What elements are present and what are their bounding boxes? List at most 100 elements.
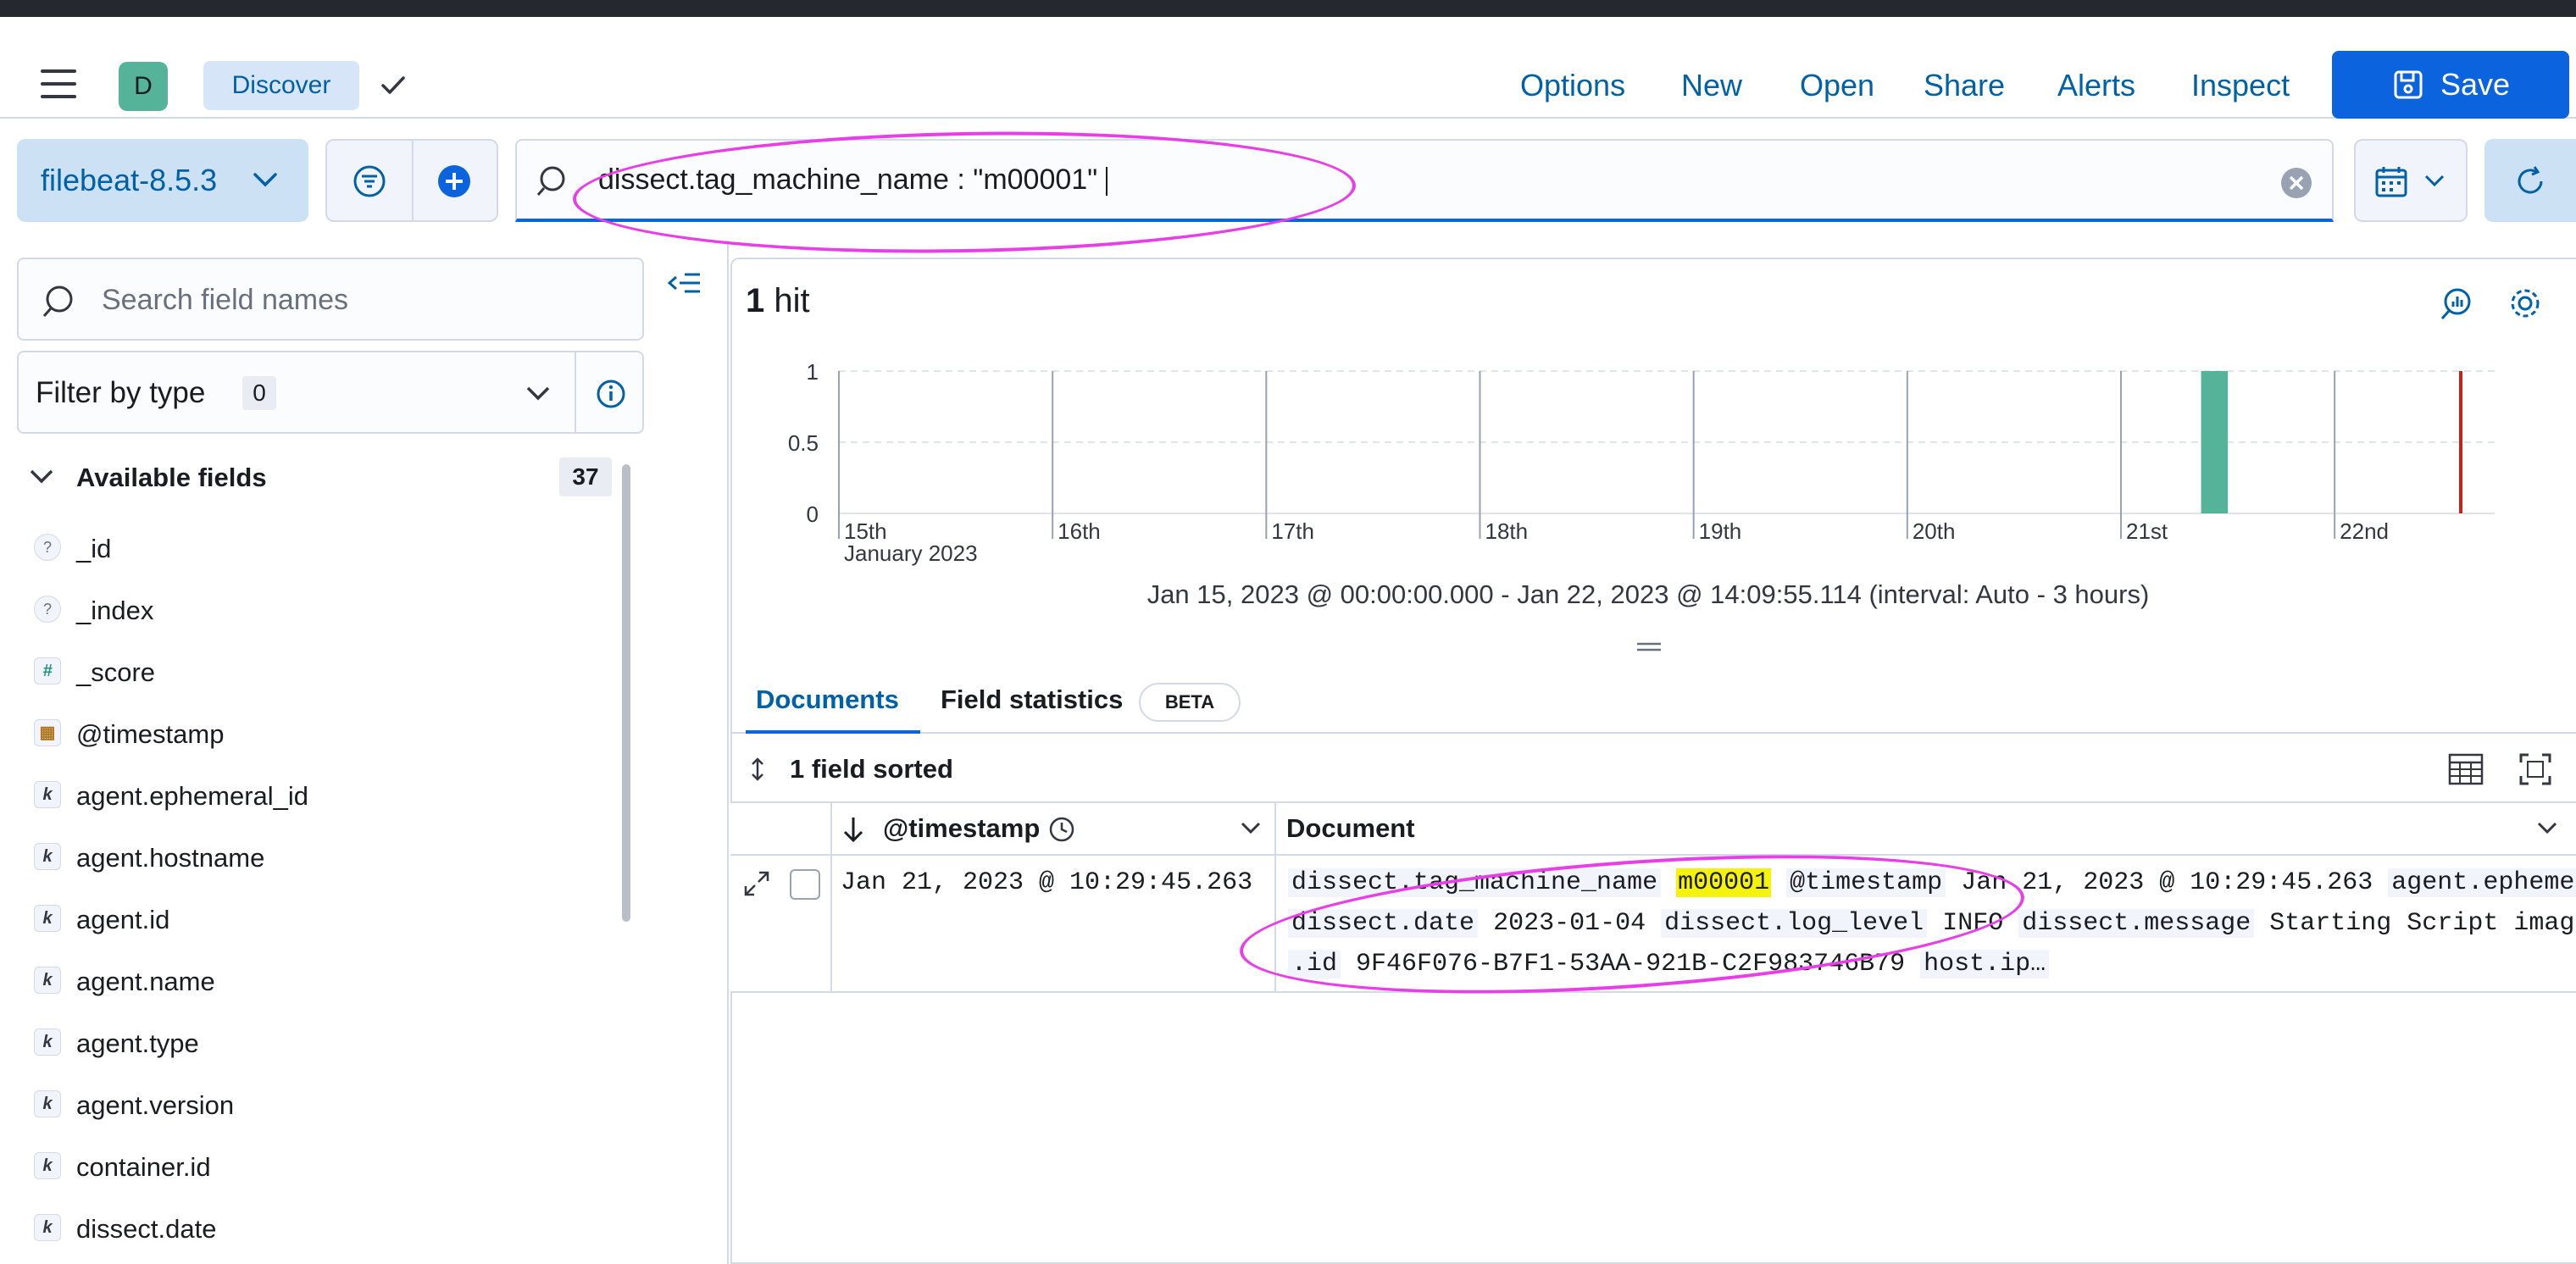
data-view-picker[interactable]: filebeat-8.5.3	[17, 139, 308, 222]
column-timestamp-header[interactable]: @timestamp	[883, 812, 1040, 845]
field-name: container.id	[76, 1152, 211, 1182]
document-field-key: @timestamp	[1786, 868, 1946, 897]
filter-by-type[interactable]: Filter by type 0	[17, 351, 644, 434]
chevron-down-icon[interactable]	[524, 383, 552, 405]
field-item[interactable]: k agent.type	[34, 1022, 610, 1064]
calendar-icon	[2375, 167, 2407, 197]
hits-counter: 1 hit	[746, 280, 810, 322]
arrow-down-icon[interactable]	[841, 815, 866, 844]
sidebar-divider	[727, 241, 729, 1264]
x-tick-label: 16th	[1058, 518, 1101, 544]
expand-row-icon[interactable]	[742, 869, 771, 898]
sort-icon[interactable]	[747, 756, 768, 783]
column-actions-chevron-icon[interactable]	[2535, 820, 2559, 837]
sidebar-scrollbar[interactable]	[622, 464, 630, 922]
search-icon	[42, 286, 73, 317]
field-item[interactable]: k agent.hostname	[34, 836, 610, 879]
sorted-label[interactable]: 1 field sorted	[790, 752, 953, 786]
hits-count: 1	[746, 282, 765, 319]
field-type-keyword-icon: k	[34, 1090, 61, 1117]
document-field-value: m00001	[1676, 868, 1772, 897]
options-link[interactable]: Options	[1520, 66, 1625, 105]
document-line-3: .id 9F46F076-B7F1-53AA-921B-C2F983746B79…	[1288, 947, 2050, 981]
field-name: agent.name	[76, 967, 215, 996]
field-item[interactable]: k container.id	[34, 1145, 610, 1188]
clear-icon[interactable]	[2279, 166, 2313, 200]
info-icon[interactable]	[595, 378, 627, 410]
field-search-input[interactable]: Search field names	[17, 258, 644, 341]
y-tick-label: 0.5	[788, 430, 819, 456]
field-item[interactable]: k agent.id	[34, 898, 610, 940]
chart-explore-icon[interactable]	[2439, 285, 2476, 322]
column-document-header[interactable]: Document	[1286, 812, 1415, 845]
calendar-icon: ▦	[34, 719, 61, 746]
field-type-keyword-icon: k	[34, 905, 61, 932]
app-header: D Discover Options New Open Share Alerts…	[0, 17, 2576, 119]
field-item[interactable]: ? _index	[34, 589, 610, 631]
field-item[interactable]: ? _id	[34, 527, 610, 569]
breadcrumb-discover[interactable]: Discover	[203, 61, 359, 110]
query-text: dissect.tag_machine_name : "m00001"	[598, 163, 1108, 197]
field-type-keyword-icon: k	[34, 843, 61, 870]
collapse-sidebar-icon[interactable]	[666, 269, 703, 297]
x-tick-label: 22nd	[2340, 518, 2389, 544]
field-type-keyword-icon: k	[34, 1152, 61, 1179]
available-fields-header[interactable]: Available fields 37	[24, 457, 617, 500]
check-icon	[381, 76, 405, 94]
menu-icon[interactable]	[41, 69, 76, 98]
fullscreen-icon[interactable]	[2518, 752, 2552, 786]
tab-field-statistics[interactable]: Field statistics	[941, 683, 1123, 717]
new-link[interactable]: New	[1681, 66, 1742, 105]
x-tick-label: 18th	[1485, 518, 1528, 544]
chevron-down-icon	[2424, 175, 2445, 187]
refresh-button[interactable]	[2484, 139, 2576, 222]
filter-by-type-label: Filter by type	[36, 376, 206, 409]
field-name: agent.version	[76, 1090, 235, 1120]
field-type-unknown-icon: ?	[34, 596, 61, 623]
available-fields-label: Available fields	[76, 463, 267, 492]
available-fields-count: 37	[559, 457, 612, 496]
document-field-value: 2023-01-04	[1493, 909, 1646, 938]
x-tick-label: 21st	[2126, 518, 2168, 544]
time-range-label: Jan 15, 2023 @ 00:00:00.000 - Jan 22, 20…	[1146, 579, 2150, 609]
query-menu-group	[325, 139, 498, 222]
field-type-number-icon: #	[34, 657, 61, 685]
x-tick-label: 17th	[1271, 518, 1314, 544]
beta-badge: BETA	[1139, 683, 1241, 722]
save-button[interactable]: Save	[2332, 51, 2569, 119]
add-filter-icon[interactable]	[436, 163, 473, 200]
tab-documents[interactable]: Documents	[756, 683, 899, 717]
alerts-link[interactable]: Alerts	[2057, 66, 2135, 105]
field-name: _id	[76, 534, 112, 563]
field-item[interactable]: ▦ @timestamp	[34, 712, 610, 755]
table-row[interactable]: Jan 21, 2023 @ 10:29:45.263 dissect.tag_…	[730, 856, 2576, 993]
space-avatar[interactable]: D	[119, 62, 168, 111]
hits-label: hit	[774, 282, 810, 319]
field-item[interactable]: k agent.name	[34, 960, 610, 1002]
field-item[interactable]: k agent.version	[34, 1084, 610, 1126]
date-picker-button[interactable]	[2354, 139, 2468, 222]
open-link[interactable]: Open	[1800, 66, 1874, 105]
inspect-link[interactable]: Inspect	[2191, 66, 2290, 105]
document-field-key: .id	[1288, 950, 1341, 978]
row-timestamp: Jan 21, 2023 @ 10:29:45.263	[841, 868, 1253, 897]
field-name: agent.id	[76, 905, 170, 934]
search-icon	[536, 166, 565, 196]
field-item[interactable]: k agent.ephemeral_id	[34, 774, 610, 817]
column-actions-chevron-icon[interactable]	[1239, 820, 1263, 837]
gear-icon[interactable]	[2507, 285, 2544, 322]
share-link[interactable]: Share	[1924, 66, 2005, 105]
field-search-placeholder: Search field names	[102, 284, 349, 316]
resize-handle[interactable]	[1635, 640, 1663, 654]
row-density-icon[interactable]	[2447, 752, 2484, 786]
document-field-value: INFO	[1942, 909, 2004, 938]
field-name: agent.hostname	[76, 843, 265, 873]
histogram-chart[interactable]: 10.5015th 16th 17th 18th 19th 20th 21st 22ndJan…	[746, 346, 2576, 566]
field-item[interactable]: k dissect.date	[34, 1207, 610, 1250]
x-sublabel: January 2023	[844, 541, 978, 566]
document-field-value: Jan 21, 2023 @ 10:29:45.263	[1961, 868, 2373, 897]
filter-menu-icon[interactable]	[351, 163, 388, 200]
row-select-checkbox[interactable]	[790, 869, 820, 900]
field-item[interactable]: # _score	[34, 651, 610, 693]
save-icon	[2394, 70, 2423, 99]
